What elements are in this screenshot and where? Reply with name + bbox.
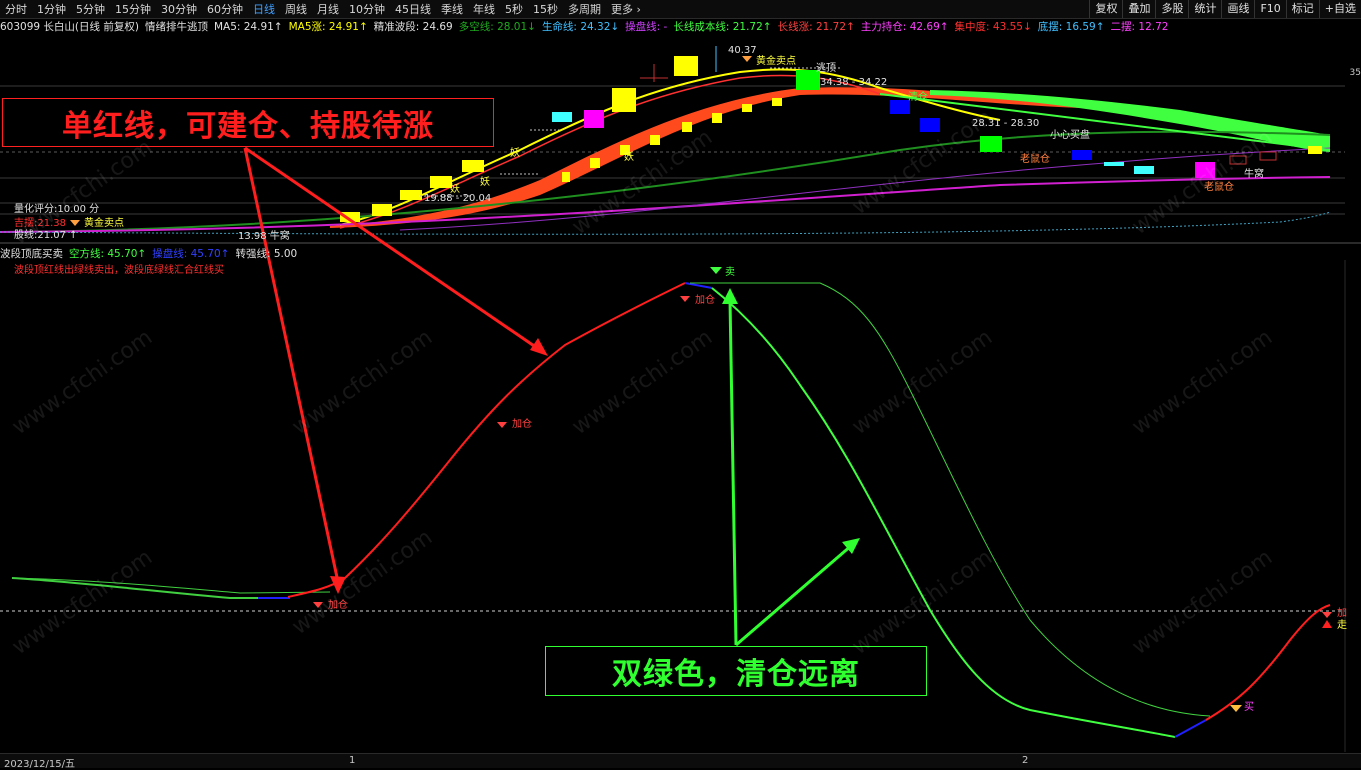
top-price-label: 40.37: [728, 45, 757, 56]
wave-low-left: [11, 577, 260, 599]
axis-date: 2023/12/15/五: [4, 759, 76, 770]
kong-value: 空方线: 45.70↑: [69, 247, 147, 260]
time-axis: 2023/12/15/五 1 2: [0, 753, 1361, 770]
price-tag-35: 35: [1349, 68, 1361, 78]
yao-label-3: 妖: [510, 148, 520, 159]
panel2-title[interactable]: 波段顶底买卖: [0, 246, 63, 261]
zou-label: 走: [1337, 620, 1347, 631]
yao-label-2: 妖: [480, 177, 490, 188]
add-label-2: 加仓: [512, 419, 532, 430]
escape-label: 逃顶: [816, 63, 836, 74]
golden-sell-top: 黄金卖点: [756, 56, 796, 67]
low-label: 13.98 牛窝: [238, 231, 290, 242]
golden-sell-left: 黄金卖点: [84, 218, 124, 229]
zhuan-value: 转强线: 5.00: [235, 247, 298, 260]
careful-label: 小心买盘: [1050, 130, 1090, 141]
sell-label: 卖: [725, 267, 735, 278]
yao-label-4: 妖: [624, 152, 634, 163]
axis-month-2: 2: [1022, 755, 1029, 766]
wave-red-right: [1205, 604, 1331, 721]
panel2-header: 波段顶底买卖 空方线: 45.70↑ 操盘线: 45.70↑ 转强线: 5.00: [0, 246, 303, 260]
callout-red-box: 单红线，可建仓、持股待涨: [2, 98, 494, 147]
wave-red-rise: [287, 282, 686, 598]
add-label-1: 加仓: [695, 295, 715, 306]
panel2-note: 波段顶红线出绿线卖出，波段底绿线汇合红线买: [14, 265, 224, 276]
cao-value: 操盘线: 45.70↑: [152, 247, 230, 260]
green-arrows: [728, 299, 853, 647]
niuwo-label: 牛窝: [1244, 169, 1264, 180]
range1-label: 34.38 - 34.22: [820, 77, 888, 88]
laoshu-label-1: 老鼠仓: [1020, 154, 1050, 165]
axis-month-1: 1: [349, 755, 356, 766]
buy-label: 买: [1244, 702, 1254, 713]
yao-label-1: 妖: [450, 184, 460, 195]
clear-label: 清仓: [908, 92, 928, 103]
